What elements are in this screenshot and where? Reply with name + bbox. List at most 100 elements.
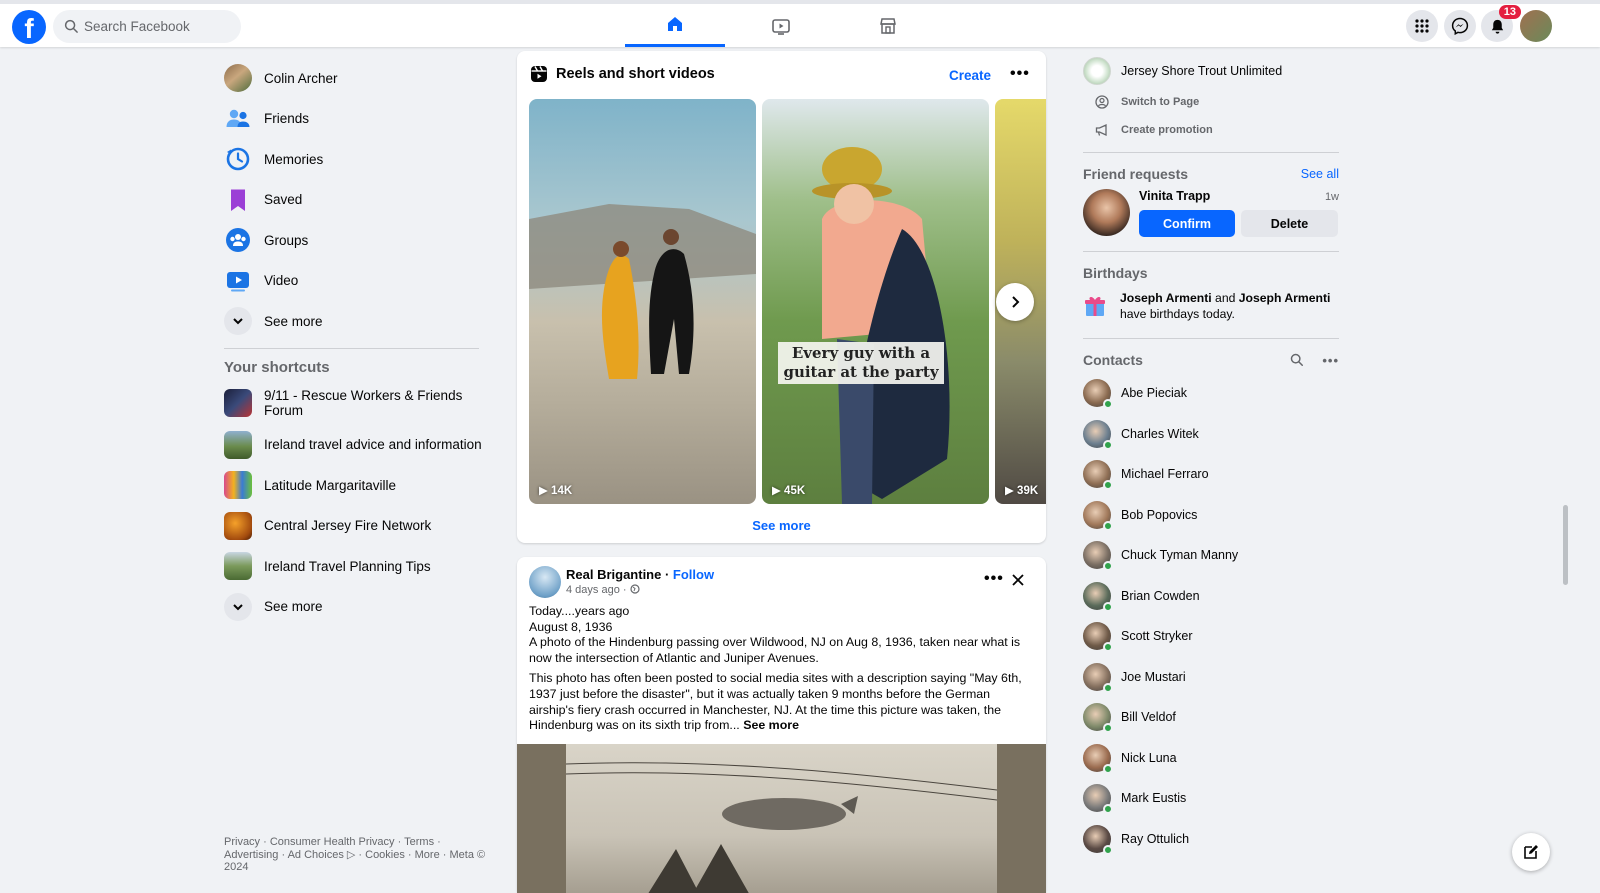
- post-photo[interactable]: [517, 744, 1046, 893]
- hide-post-button[interactable]: [1011, 573, 1025, 591]
- shortcut-item[interactable]: Central Jersey Fire Network: [222, 506, 492, 547]
- contact-name: Michael Ferraro: [1121, 467, 1209, 482]
- shortcut-item[interactable]: 9/11 - Rescue Workers & Friends Forum: [222, 381, 492, 425]
- reels-title: Reels and short videos: [556, 66, 715, 82]
- sidebar-item-saved[interactable]: Saved: [222, 180, 492, 221]
- post-options-icon[interactable]: •••: [984, 570, 1004, 588]
- contact-item[interactable]: Chuck Tyman Manny: [1083, 535, 1339, 576]
- new-message-button[interactable]: [1512, 833, 1550, 871]
- contact-item[interactable]: Abe Pieciak: [1083, 373, 1339, 414]
- contact-item[interactable]: Nick Luna: [1083, 738, 1339, 779]
- contact-item[interactable]: Ray Ottulich: [1083, 819, 1339, 860]
- facebook-logo-icon[interactable]: f: [12, 10, 46, 44]
- shortcuts-see-more[interactable]: See more: [222, 587, 492, 628]
- post-card: Real Brigantine · Follow 4 days ago · ••…: [517, 557, 1046, 893]
- search-input[interactable]: [81, 10, 231, 43]
- chevron-down-icon: [233, 604, 243, 611]
- messenger-button[interactable]: [1444, 10, 1476, 42]
- sidebar-see-more[interactable]: See more: [222, 301, 492, 342]
- post-see-more-link[interactable]: See more: [743, 718, 799, 732]
- tab-home[interactable]: [625, 4, 725, 47]
- reel-view-count: ▶ 39K: [1005, 485, 1039, 497]
- birthday-name[interactable]: Joseph Armenti: [1239, 291, 1331, 305]
- birthday-item[interactable]: Joseph Armenti and Joseph Armenti have b…: [1083, 286, 1339, 330]
- requester-name[interactable]: Vinita Trapp: [1139, 189, 1210, 203]
- switch-to-page-button[interactable]: Switch to Page: [1083, 88, 1339, 116]
- sidebar-item-profile[interactable]: Colin Archer: [222, 58, 492, 99]
- contact-item[interactable]: Bill Veldof: [1083, 697, 1339, 738]
- contact-item[interactable]: Brian Cowden: [1083, 576, 1339, 617]
- contact-avatar: [1083, 703, 1113, 734]
- contacts-options-icon[interactable]: •••: [1322, 353, 1339, 368]
- post-timestamp[interactable]: 4 days ago ·: [566, 584, 630, 596]
- profile-avatar: [224, 64, 252, 93]
- contact-avatar: [1083, 622, 1113, 653]
- follow-link[interactable]: Follow: [673, 567, 714, 582]
- contact-item[interactable]: Bob Popovics: [1083, 495, 1339, 536]
- divider: [1083, 338, 1339, 339]
- group-thumbnail: [224, 511, 252, 540]
- reel-view-count: ▶ 45K: [772, 485, 806, 497]
- search-box[interactable]: [53, 10, 241, 43]
- contact-name: Ray Ottulich: [1121, 831, 1190, 846]
- page-name: Jersey Shore Trout Unlimited: [1121, 64, 1283, 78]
- account-avatar[interactable]: [1520, 10, 1552, 42]
- post-meta: 4 days ago ·: [566, 584, 640, 596]
- contact-item[interactable]: Joe Mustari: [1083, 657, 1339, 698]
- page-scrollbar[interactable]: [1563, 505, 1568, 585]
- requester-avatar[interactable]: [1083, 189, 1130, 236]
- footer-links[interactable]: Privacy · Consumer Health Privacy · Term…: [224, 836, 489, 874]
- reels-see-more-link[interactable]: See more: [517, 518, 1046, 533]
- create-promotion-button[interactable]: Create promotion: [1083, 116, 1339, 144]
- switch-profile-icon: [1095, 95, 1109, 109]
- see-all-link[interactable]: See all: [1301, 167, 1339, 181]
- more-options-icon[interactable]: •••: [1010, 65, 1030, 83]
- shortcut-item[interactable]: Latitude Margaritaville: [222, 465, 492, 506]
- reel-thumbnail[interactable]: ▶ 14K: [529, 99, 756, 504]
- separator: ·: [661, 567, 673, 582]
- group-thumbnail: [224, 430, 252, 459]
- contact-item[interactable]: Charles Witek: [1083, 414, 1339, 455]
- menu-button[interactable]: [1406, 10, 1438, 42]
- sidebar-item-friends[interactable]: Friends: [222, 99, 492, 140]
- notifications-button[interactable]: 13: [1481, 5, 1521, 42]
- online-status-indicator: [1103, 601, 1113, 612]
- tab-marketplace[interactable]: [838, 4, 938, 47]
- reel-thumbnail[interactable]: Every guy with a guitar at the party ▶ 4…: [762, 99, 989, 504]
- chevron-right-icon: [1012, 296, 1020, 308]
- marketplace-icon: [880, 17, 896, 34]
- left-sidebar: Colin Archer Friends Memories Saved Grou…: [222, 58, 492, 627]
- birthday-name[interactable]: Joseph Armenti: [1120, 291, 1212, 305]
- delete-button[interactable]: Delete: [1241, 210, 1338, 237]
- post-author[interactable]: Real Brigantine: [566, 567, 661, 582]
- managed-page[interactable]: Jersey Shore Trout Unlimited: [1083, 54, 1339, 88]
- reels-next-button[interactable]: [996, 283, 1034, 321]
- confirm-button[interactable]: Confirm: [1139, 210, 1235, 237]
- contact-name: Bob Popovics: [1121, 507, 1198, 522]
- sidebar-item-label: Memories: [264, 151, 324, 167]
- friend-request-item: Vinita Trapp 1w Confirm Delete: [1083, 187, 1339, 243]
- shortcut-item[interactable]: Ireland travel advice and information: [222, 425, 492, 466]
- close-icon: [1012, 574, 1024, 586]
- divider: [1083, 152, 1339, 153]
- contact-item[interactable]: Michael Ferraro: [1083, 454, 1339, 495]
- see-more-label: See more: [264, 313, 323, 329]
- contact-item[interactable]: Mark Eustis: [1083, 778, 1339, 819]
- online-status-indicator: [1103, 763, 1113, 774]
- friend-requests-header: Friend requests See all: [1083, 161, 1339, 187]
- tab-video[interactable]: [731, 4, 831, 47]
- shortcut-item[interactable]: Ireland Travel Planning Tips: [222, 546, 492, 587]
- contacts-header: Contacts •••: [1083, 347, 1339, 373]
- post-line: A photo of the Hindenburg passing over W…: [529, 635, 1021, 665]
- contact-item[interactable]: Scott Stryker: [1083, 616, 1339, 657]
- sidebar-item-groups[interactable]: Groups: [222, 220, 492, 261]
- group-thumbnail: [224, 388, 252, 417]
- post-line: Today....years ago: [529, 604, 630, 618]
- create-reel-link[interactable]: Create: [949, 68, 991, 83]
- sidebar-item-memories[interactable]: Memories: [222, 139, 492, 180]
- online-status-indicator: [1103, 561, 1113, 572]
- sidebar-item-video[interactable]: Video: [222, 261, 492, 302]
- group-thumbnail: [224, 552, 252, 581]
- page-avatar[interactable]: [529, 566, 561, 598]
- search-icon[interactable]: [1290, 353, 1304, 367]
